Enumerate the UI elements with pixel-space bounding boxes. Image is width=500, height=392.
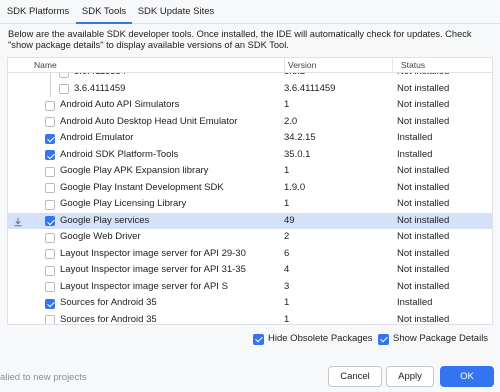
tab-sdk-platforms[interactable]: SDK Platforms <box>4 0 72 24</box>
row-status: Not installed <box>397 231 450 242</box>
footer-hint: alied to new projects <box>0 372 87 383</box>
row-status: Not installed <box>397 165 450 176</box>
row-checkbox[interactable] <box>45 249 55 259</box>
table-row[interactable]: Google Play Licensing Library 1 Not instal… <box>8 196 492 213</box>
hide-obsolete-label: Hide Obsolete Packages <box>268 333 373 344</box>
row-version: 34.2.15 <box>284 132 316 143</box>
row-name: Google Play Instant Development SDK <box>60 181 224 193</box>
row-checkbox[interactable] <box>45 298 55 309</box>
row-status: Not installed <box>397 313 450 325</box>
tree-guide-line <box>50 80 51 97</box>
row-version: 1 <box>284 165 290 176</box>
row-version: 1 <box>284 198 290 209</box>
show-details-checkbox[interactable] <box>378 333 389 345</box>
tools-description: Below are the available SDK developer to… <box>8 29 472 50</box>
table-row[interactable]: Sources for Android 35 1 Installed <box>8 295 492 312</box>
row-status: Installed <box>397 148 433 160</box>
table-row[interactable]: Layout Inspector image server for API 29… <box>8 246 492 263</box>
row-checkbox[interactable] <box>45 282 55 292</box>
row-status: Not installed <box>397 82 450 94</box>
show-details-label: Show Package Details <box>393 333 489 344</box>
row-checkbox[interactable] <box>45 100 55 111</box>
row-name: Google Play APK Expansion library <box>60 165 209 176</box>
table-row[interactable]: Google Play services 49 Not installed <box>8 212 492 229</box>
row-name: Android Auto Desktop Head Unit Emulator <box>60 115 238 127</box>
row-name: Google Play services <box>60 214 150 226</box>
row-status: Not installed <box>397 214 450 226</box>
row-status: Installed <box>397 132 433 143</box>
row-checkbox[interactable] <box>45 150 55 160</box>
sdk-tools-table: 3.6.41133343.6.2Not installed3.6.4111459… <box>7 57 493 325</box>
row-status: Not installed <box>397 115 450 127</box>
row-name: Layout Inspector image server for API S <box>60 280 228 292</box>
row-checkbox[interactable] <box>45 315 55 324</box>
row-name: Android SDK Platform-Tools <box>60 148 179 160</box>
tab-bar: SDK Platforms SDK Tools SDK Update Sites <box>0 0 500 24</box>
row-checkbox[interactable] <box>45 232 55 243</box>
row-checkbox[interactable] <box>59 84 69 94</box>
column-header-version[interactable]: Version <box>288 58 316 73</box>
apply-button[interactable]: Apply <box>386 366 434 387</box>
row-version: 4 <box>284 264 290 275</box>
table-row[interactable]: Layout Inspector image server for API S 3… <box>8 279 492 296</box>
row-name: Android Emulator <box>60 132 134 143</box>
hide-obsolete-checkbox[interactable] <box>253 333 264 345</box>
row-status: Not installed <box>397 264 450 275</box>
table-header: Name Version Status <box>8 58 492 73</box>
cancel-button[interactable]: Cancel <box>328 366 382 387</box>
tab-sdk-tools[interactable]: SDK Tools <box>76 0 132 24</box>
ok-button[interactable]: OK <box>440 366 494 387</box>
table-row[interactable]: Google Play Instant Development SDK 1.9.0… <box>8 180 492 197</box>
row-checkbox[interactable] <box>45 183 55 193</box>
row-status: Not installed <box>397 181 450 193</box>
row-checkbox[interactable] <box>45 265 55 276</box>
row-name: Google Web Driver <box>60 231 141 242</box>
row-checkbox[interactable] <box>45 166 55 177</box>
table-row[interactable]: 3.6.4111459 3.6.4111459 Not installed <box>8 80 492 97</box>
row-name: Layout Inspector image server for API 31… <box>60 264 246 275</box>
column-header-name[interactable]: Name <box>34 58 57 73</box>
row-version: 2.0 <box>284 115 298 127</box>
table-row[interactable]: Android Emulator 34.2.15 Installed <box>8 130 492 147</box>
row-version: 1 <box>284 99 290 110</box>
column-header-status[interactable]: Status <box>401 58 425 73</box>
row-checkbox[interactable] <box>45 216 55 226</box>
row-version: 1.9.0 <box>284 181 306 193</box>
table-row[interactable]: Android Auto Desktop Head Unit Emulator 2… <box>8 114 492 131</box>
table-row[interactable]: Google Web Driver 2 Not installed <box>8 229 492 246</box>
tab-sdk-update-sites[interactable]: SDK Update Sites <box>136 0 216 24</box>
row-checkbox[interactable] <box>45 133 55 144</box>
row-status: Not installed <box>397 198 450 209</box>
row-status: Not installed <box>397 247 450 259</box>
row-version: 1 <box>284 297 290 308</box>
row-checkbox[interactable] <box>45 117 55 127</box>
row-checkbox[interactable] <box>45 199 55 210</box>
table-row[interactable]: Google Play APK Expansion library 1 Not in… <box>8 163 492 180</box>
row-version: 2 <box>284 231 290 242</box>
row-name: Google Play Licensing Library <box>60 198 187 209</box>
table-row[interactable]: Sources for Android 35 1 Not installed <box>8 312 492 325</box>
row-status: Not installed <box>397 280 450 292</box>
row-name: Sources for Android 35 <box>60 313 157 325</box>
row-name: 3.6.4111459 <box>74 82 126 94</box>
table-row[interactable]: Android Auto API Simulators 1 Not installe… <box>8 97 492 114</box>
row-status: Not installed <box>397 99 450 110</box>
download-icon <box>14 217 22 226</box>
row-version: 35.0.1 <box>284 148 311 160</box>
row-version: 3.6.4111459 <box>284 82 336 94</box>
row-name: Android Auto API Simulators <box>60 99 180 110</box>
row-version: 3 <box>284 280 290 292</box>
row-version: 1 <box>284 313 290 325</box>
row-version: 6 <box>284 247 290 259</box>
table-row[interactable]: Layout Inspector image server for API 31… <box>8 262 492 279</box>
row-name: Sources for Android 35 <box>60 297 157 308</box>
table-row[interactable]: Android SDK Platform-Tools 35.0.1 Installe… <box>8 147 492 164</box>
row-name: Layout Inspector image server for API 29… <box>60 247 246 259</box>
row-version: 49 <box>284 214 295 226</box>
row-status: Installed <box>397 297 433 308</box>
